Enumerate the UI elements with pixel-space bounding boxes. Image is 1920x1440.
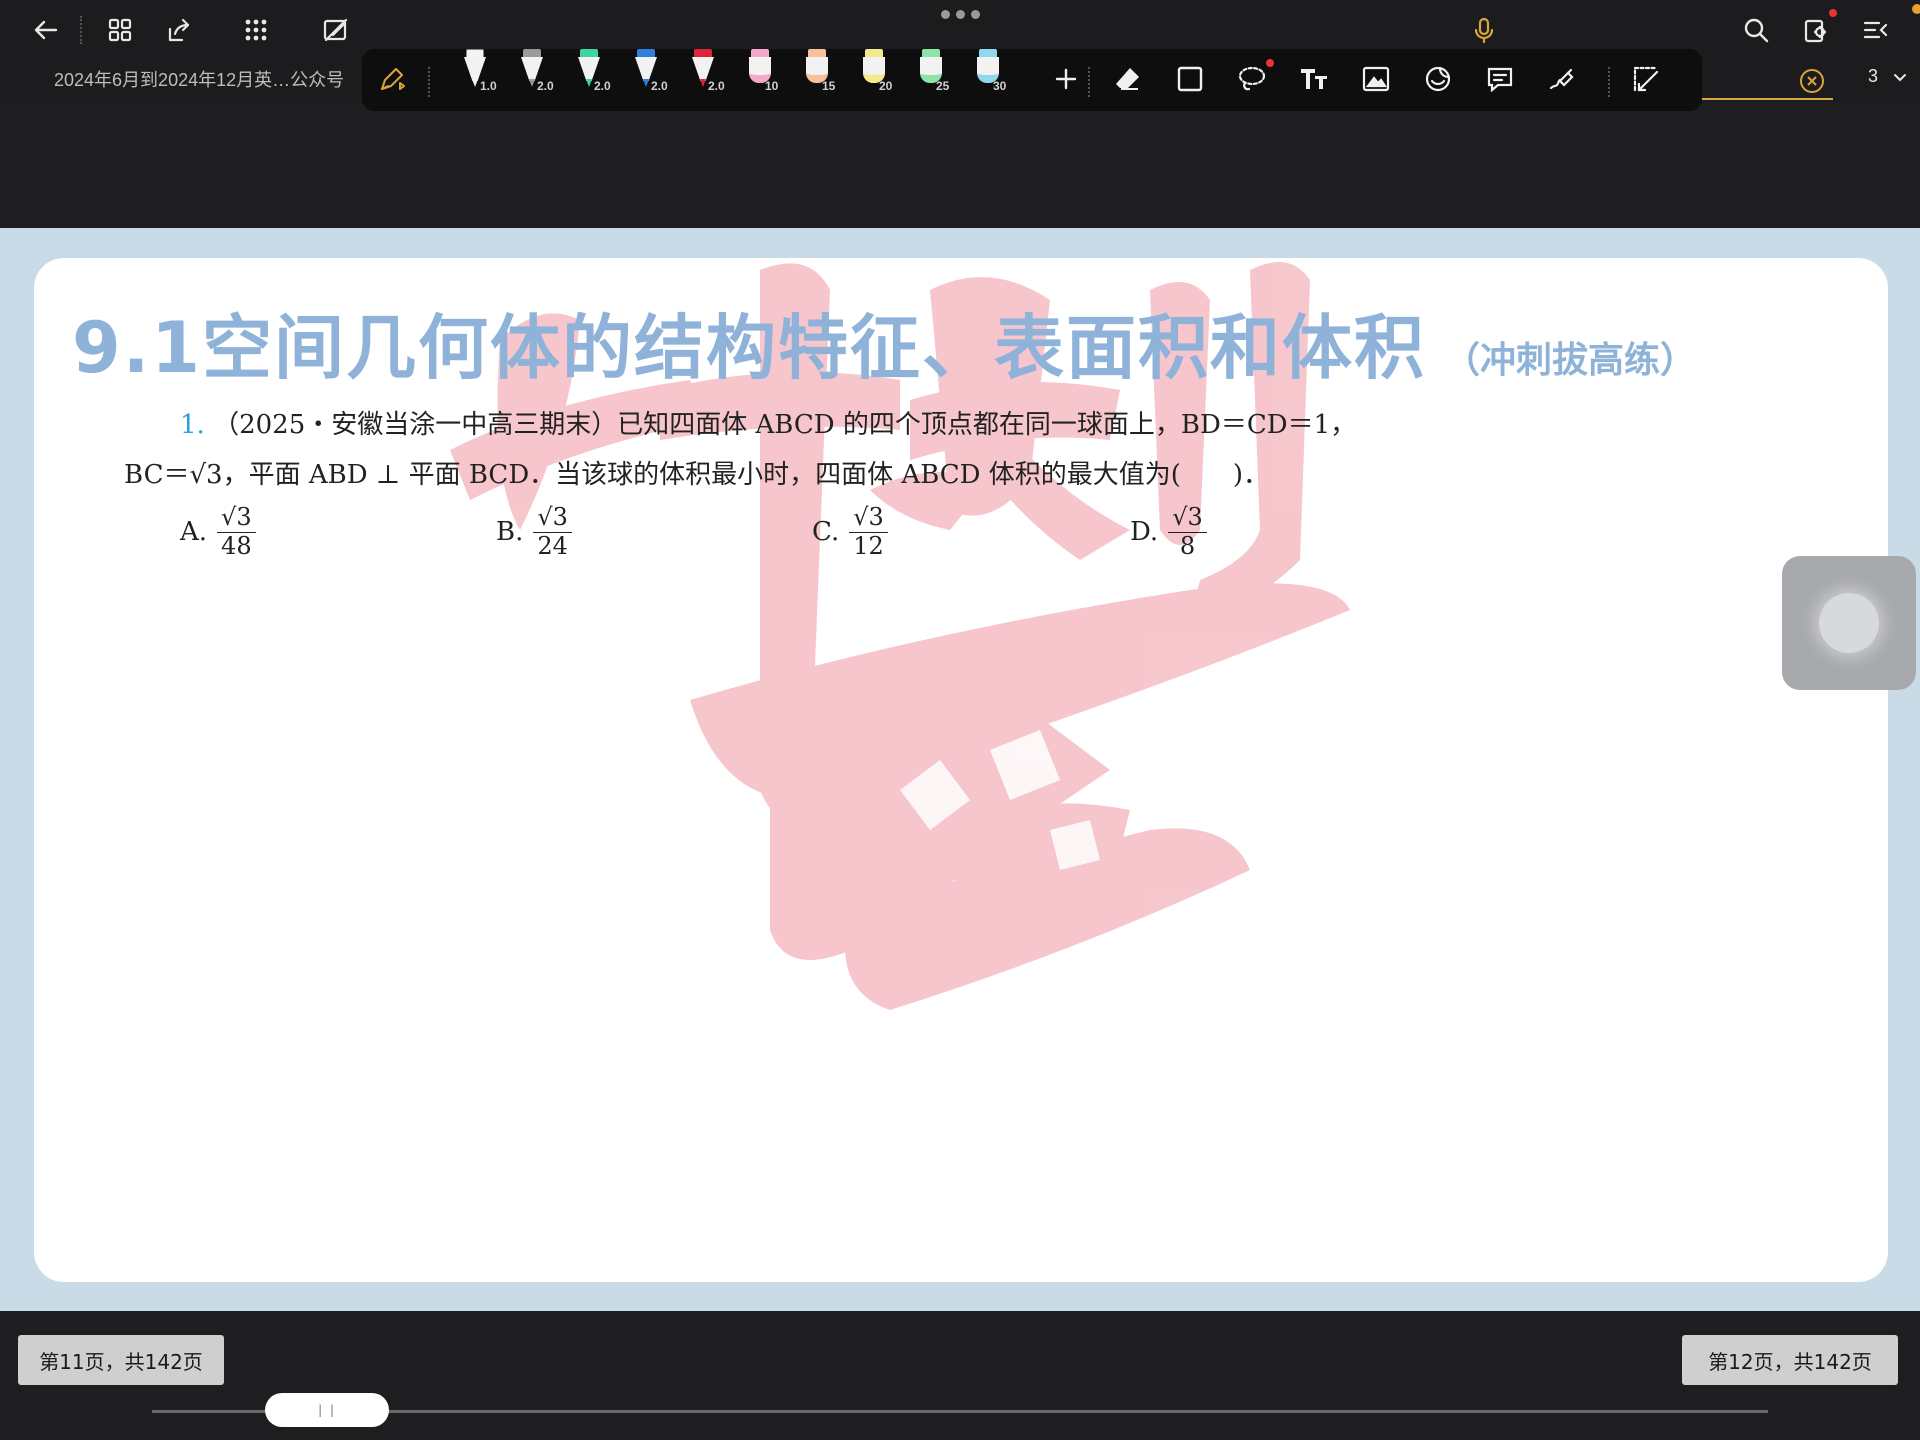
answer-option-b: B. √3 24 xyxy=(496,503,572,560)
option-fraction: √3 24 xyxy=(533,503,572,560)
option-fraction: √3 12 xyxy=(849,503,888,560)
pen-swatch-6[interactable]: 10 xyxy=(743,49,783,107)
pen-part xyxy=(521,57,543,81)
section-heading: 9.1空间几何体的结构特征、表面积和体积 （冲刺拔高练） xyxy=(72,292,1696,393)
pen-swatch-9[interactable]: 25 xyxy=(914,49,954,107)
pen-swatch-1[interactable]: 1.0 xyxy=(458,49,498,107)
pen-swatch-4[interactable]: 2.0 xyxy=(629,49,669,107)
close-circle-icon[interactable] xyxy=(1798,67,1826,95)
fraction-numerator: √3 xyxy=(533,503,572,533)
fraction-denominator: 24 xyxy=(537,531,568,560)
answer-option-c: C. √3 12 xyxy=(812,503,888,560)
toolbar-collapse-icon[interactable] xyxy=(1626,59,1666,99)
right-page-indicator: 第12页，共142页 xyxy=(1682,1335,1898,1385)
fraction-numerator: √3 xyxy=(217,503,256,533)
pen-size-label: 15 xyxy=(822,79,836,93)
apps-grid-icon[interactable] xyxy=(236,10,276,50)
pen-part xyxy=(586,79,592,87)
pen-part xyxy=(692,57,714,81)
option-label: C. xyxy=(812,517,840,548)
pen-part xyxy=(578,57,600,81)
question-line-1: 1. （2025・安徽当涂一中高三期末）已知四面体 ABCD 的四个顶点都在同一… xyxy=(180,404,1356,441)
pen-part xyxy=(643,79,649,87)
pen-size-label: 2.0 xyxy=(708,79,725,93)
pen-size-label: 10 xyxy=(765,79,779,93)
fraction-numerator: √3 xyxy=(849,503,888,533)
search-icon[interactable] xyxy=(1736,10,1776,50)
menu-collapse-icon[interactable] xyxy=(1856,10,1896,50)
floating-assistive-button[interactable] xyxy=(1782,556,1916,690)
answer-option-a: A. √3 48 xyxy=(180,503,256,560)
pen-part xyxy=(635,57,657,81)
active-tab-indicator xyxy=(1700,98,1833,100)
sticker-icon[interactable] xyxy=(1418,59,1458,99)
fraction-denominator: 8 xyxy=(1179,531,1196,560)
pen-swatch-10[interactable]: 30 xyxy=(971,49,1011,107)
pen-size-label: 2.0 xyxy=(651,79,668,93)
annotation-toolbar: 1.0 2.0 2.0 2.0 2.0 10 15 20 25 30 xyxy=(362,49,1702,111)
page-slider-thumb[interactable]: | | xyxy=(265,1393,390,1427)
rectangle-shape-icon[interactable] xyxy=(1170,59,1210,99)
pen-size-label: 25 xyxy=(936,79,950,93)
option-label: D. xyxy=(1130,517,1159,548)
comment-icon[interactable] xyxy=(1480,59,1520,99)
fraction-denominator: 12 xyxy=(853,531,884,560)
pen-part xyxy=(472,79,478,87)
more-dots-icon[interactable] xyxy=(935,10,985,24)
question-line-2: BC＝√3，平面 ABD ⊥ 平面 BCD．当该球的体积最小时，四面体 ABCD… xyxy=(124,460,1270,490)
pen-part xyxy=(529,79,535,87)
page-number-value: 3 xyxy=(1868,66,1879,86)
document-title[interactable]: 2024年6月到2024年12月英…公众号 xyxy=(54,66,364,92)
pen-swatch-2[interactable]: 2.0 xyxy=(515,49,555,107)
left-page-indicator: 第11页，共142页 xyxy=(18,1335,224,1385)
pen-size-label: 20 xyxy=(879,79,893,93)
section-heading-title: 9.1空间几何体的结构特征、表面积和体积 xyxy=(72,307,1427,389)
pen-size-label: 1.0 xyxy=(480,79,497,93)
pen-part xyxy=(464,57,486,81)
chevron-down-icon xyxy=(1894,73,1907,81)
grid-view-icon[interactable] xyxy=(100,10,140,50)
text-tool-icon[interactable] xyxy=(1294,59,1334,99)
grip-icon: | | xyxy=(318,1403,337,1417)
laser-pointer-icon[interactable] xyxy=(1542,59,1582,99)
pen-size-label: 2.0 xyxy=(537,79,554,93)
fraction-numerator: √3 xyxy=(1168,503,1207,533)
pen-swatch-3[interactable]: 2.0 xyxy=(572,49,612,107)
pen-size-label: 30 xyxy=(993,79,1007,93)
microphone-icon[interactable] xyxy=(1464,10,1504,50)
section-heading-subtitle: （冲刺拔高练） xyxy=(1444,340,1697,381)
page-number-select[interactable]: 3 xyxy=(1868,66,1908,87)
answer-option-d: D. √3 8 xyxy=(1130,503,1207,560)
pen-part xyxy=(700,79,706,87)
question-text-1: （2025・安徽当涂一中高三期末）已知四面体 ABCD 的四个顶点都在同一球面上… xyxy=(213,410,1357,440)
pen-swatch-7[interactable]: 15 xyxy=(800,49,840,107)
add-pen-icon[interactable] xyxy=(1046,59,1086,99)
share-export-icon[interactable] xyxy=(158,10,198,50)
option-fraction: √3 8 xyxy=(1168,503,1207,560)
eraser-icon[interactable] xyxy=(1108,59,1148,99)
option-label: B. xyxy=(496,517,524,548)
pen-swatch-8[interactable]: 20 xyxy=(857,49,897,107)
pen-swatch-5[interactable]: 2.0 xyxy=(686,49,726,107)
pencil-bluetooth-icon[interactable] xyxy=(372,59,412,99)
option-fraction: √3 48 xyxy=(217,503,256,560)
notification-dot xyxy=(1912,4,1920,14)
option-label: A. xyxy=(180,517,208,548)
edit-off-icon[interactable] xyxy=(316,10,356,50)
fraction-denominator: 48 xyxy=(221,531,252,560)
pen-size-label: 2.0 xyxy=(594,79,611,93)
page-slider-track[interactable] xyxy=(152,1410,1768,1413)
assistive-touch-icon xyxy=(1819,593,1879,653)
back-arrow-icon[interactable] xyxy=(26,10,66,50)
question-number: 1. xyxy=(180,410,205,440)
image-insert-icon[interactable] xyxy=(1356,59,1396,99)
